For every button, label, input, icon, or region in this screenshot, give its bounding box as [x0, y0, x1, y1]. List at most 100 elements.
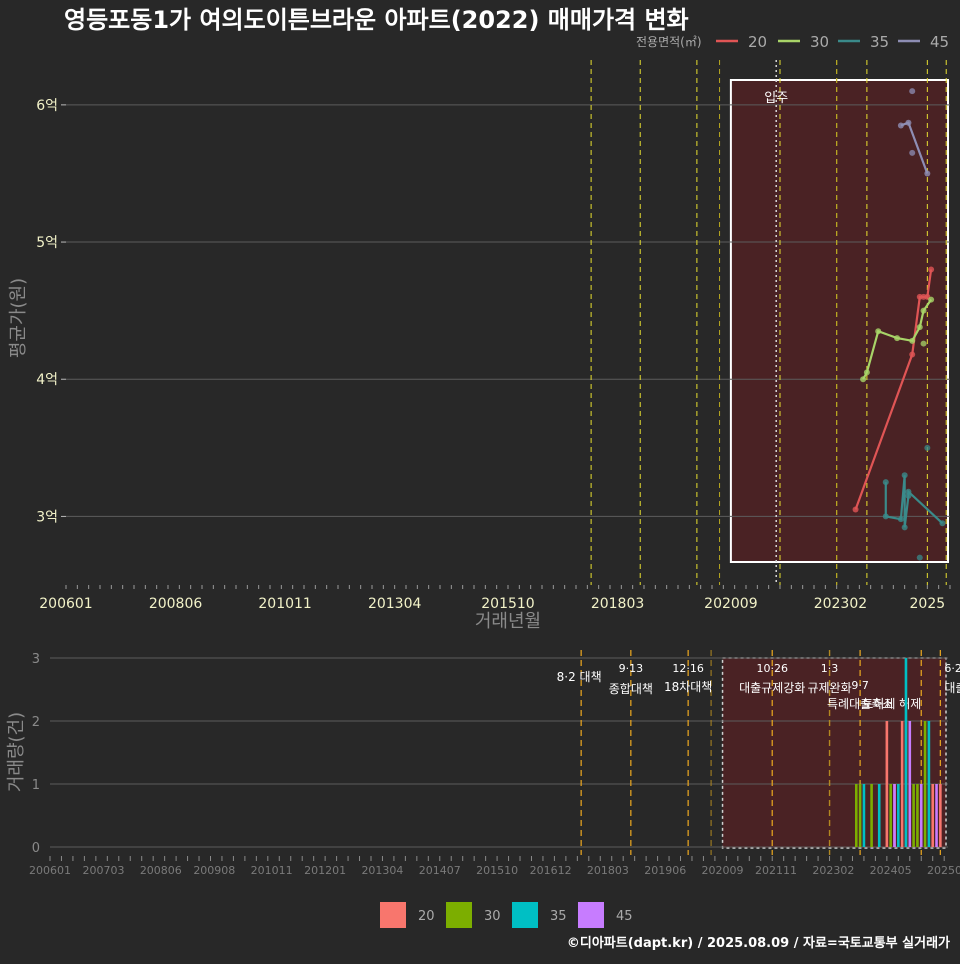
volume-bar-35	[877, 784, 881, 847]
legend-label-30: 30	[810, 33, 829, 51]
price-panel: 3억 4억 5억 6억 입주 200601 200806 201011 201304 201510…	[8, 60, 951, 632]
x-tick-label: 200806	[140, 864, 182, 877]
x-tick-label: 201011	[258, 596, 311, 612]
chart-canvas: 영등포동1가 여의도이튼브라운 아파트(2022) 매매가격 변화 3억 4억 5억…	[0, 0, 960, 960]
data-point-30	[920, 307, 927, 314]
legend-label-45: 45	[930, 33, 949, 51]
data-point-35	[939, 520, 946, 527]
volume-bar-30	[858, 784, 862, 847]
data-point-45	[909, 149, 916, 156]
legend-swatch-20	[380, 902, 406, 928]
x-tick-label: 201304	[361, 864, 403, 877]
highlight-box	[729, 79, 950, 563]
data-point-30	[894, 335, 901, 342]
policy-label: 규제완화	[807, 681, 851, 695]
volume-bar-35	[897, 784, 900, 847]
x-tick-label: 200908	[193, 864, 235, 877]
y-tick-label: 0	[32, 841, 40, 856]
x-tick-label: 200601	[39, 596, 92, 612]
data-point-30	[909, 337, 916, 344]
data-point-35	[901, 524, 908, 531]
x-tick-label: 201803	[591, 596, 644, 612]
volume-bar-35	[927, 721, 931, 847]
policy-date-label: 9·13	[619, 662, 644, 675]
volume-bar-20	[900, 721, 904, 847]
policy-date-label: 6·27	[944, 662, 960, 675]
x-tick-label: 201011	[251, 864, 293, 877]
volume-bar-20	[885, 721, 889, 847]
price-and-volume-chart: 영등포동1가 여의도이튼브라운 아파트(2022) 매매가격 변화 3억 4억 5억…	[6, 6, 960, 951]
volume-bar-45	[893, 784, 896, 847]
legend-label-45: 45	[616, 909, 633, 924]
x-tick-label: 202508	[927, 864, 960, 877]
data-point-20	[852, 506, 859, 513]
legend-swatch-45	[578, 902, 604, 928]
x-tick-label: 200601	[29, 864, 71, 877]
volume-bar-30	[916, 784, 919, 847]
volume-bar-30	[870, 784, 873, 847]
data-point-35	[897, 516, 904, 523]
y-tick-label: 5억	[36, 235, 58, 251]
legend-label-35: 35	[870, 33, 889, 51]
x-tick-label: 201201	[304, 864, 346, 877]
data-point-30	[860, 376, 867, 383]
volume-bar-30	[854, 784, 858, 847]
policy-date-label: 1·3	[821, 662, 839, 675]
volume-bar-35	[904, 658, 908, 847]
x-tick-label: 202009	[702, 864, 744, 877]
legend-label-35: 35	[550, 909, 567, 924]
x-tick-label: 201803	[587, 864, 629, 877]
policy-date-label: 9·7	[851, 679, 869, 692]
y-tick-label: 1	[32, 778, 40, 793]
y-axis-title: 거래량(건)	[6, 712, 27, 792]
x-tick-label: 201612	[530, 864, 572, 877]
policy-label: 대출규	[944, 681, 960, 695]
x-tick-label: 201510	[481, 596, 534, 612]
volume-bar-45	[919, 784, 923, 847]
volume-bar-30	[912, 784, 915, 847]
x-tick-label: 200703	[82, 864, 124, 877]
footer-credit: ©디아파트(dapt.kr) / 2025.08.09 / 자료=국토교통부 실…	[567, 935, 950, 951]
volume-bar-35	[862, 784, 866, 847]
y-tick-label: 3	[32, 652, 40, 667]
volume-bar-30	[923, 721, 927, 847]
legend-label-30: 30	[484, 909, 501, 924]
legend-title: 전용면적(㎡)	[636, 35, 702, 49]
data-point-30	[928, 296, 935, 303]
legend-swatch-30	[446, 902, 472, 928]
legend-label-20: 20	[748, 33, 767, 51]
x-tick-label: 202111	[755, 864, 797, 877]
data-point-45	[905, 119, 912, 126]
x-tick-label: 201304	[368, 596, 422, 612]
volume-bar-20	[931, 784, 935, 847]
data-point-45	[924, 170, 931, 177]
y-tick-label: 6억	[36, 98, 58, 114]
policy-date-label: 10·26	[756, 662, 788, 675]
data-point-35	[916, 554, 923, 561]
data-point-20	[909, 351, 916, 358]
data-point-45	[897, 122, 904, 129]
area-legend: 전용면적(㎡) 20 30 35 45	[636, 33, 949, 51]
x-tick-label: 2025	[910, 596, 946, 612]
volume-bar-45	[908, 721, 912, 847]
data-point-30	[875, 328, 882, 335]
x-tick-label: 202302	[812, 864, 854, 877]
x-tick-label: 201407	[419, 864, 461, 877]
data-point-45	[909, 88, 916, 95]
x-tick-label: 201906	[644, 864, 686, 877]
x-axis-title: 거래년월	[475, 611, 541, 632]
volume-bar-45	[935, 784, 938, 847]
data-point-35	[924, 444, 931, 451]
volume-panel: 0 1 2 3 거래량(건) 8·2 대책 9·13 종합대책 12·16 18차대책 10·26 대…	[6, 650, 960, 877]
x-tick-label: 202302	[814, 596, 867, 612]
data-point-20	[928, 266, 935, 273]
y-tick-label: 4억	[36, 372, 58, 388]
policy-label: 토허제 해제	[862, 697, 921, 711]
volume-bar-30	[889, 784, 892, 847]
policy-label: 종합대책	[609, 681, 653, 696]
movein-label: 입주	[764, 91, 788, 106]
chart-title: 영등포동1가 여의도이튼브라운 아파트(2022) 매매가격 변화	[64, 6, 689, 34]
legend-label-20: 20	[418, 909, 435, 924]
volume-legend: 20 30 35 45	[380, 902, 633, 928]
data-point-30	[916, 324, 923, 331]
